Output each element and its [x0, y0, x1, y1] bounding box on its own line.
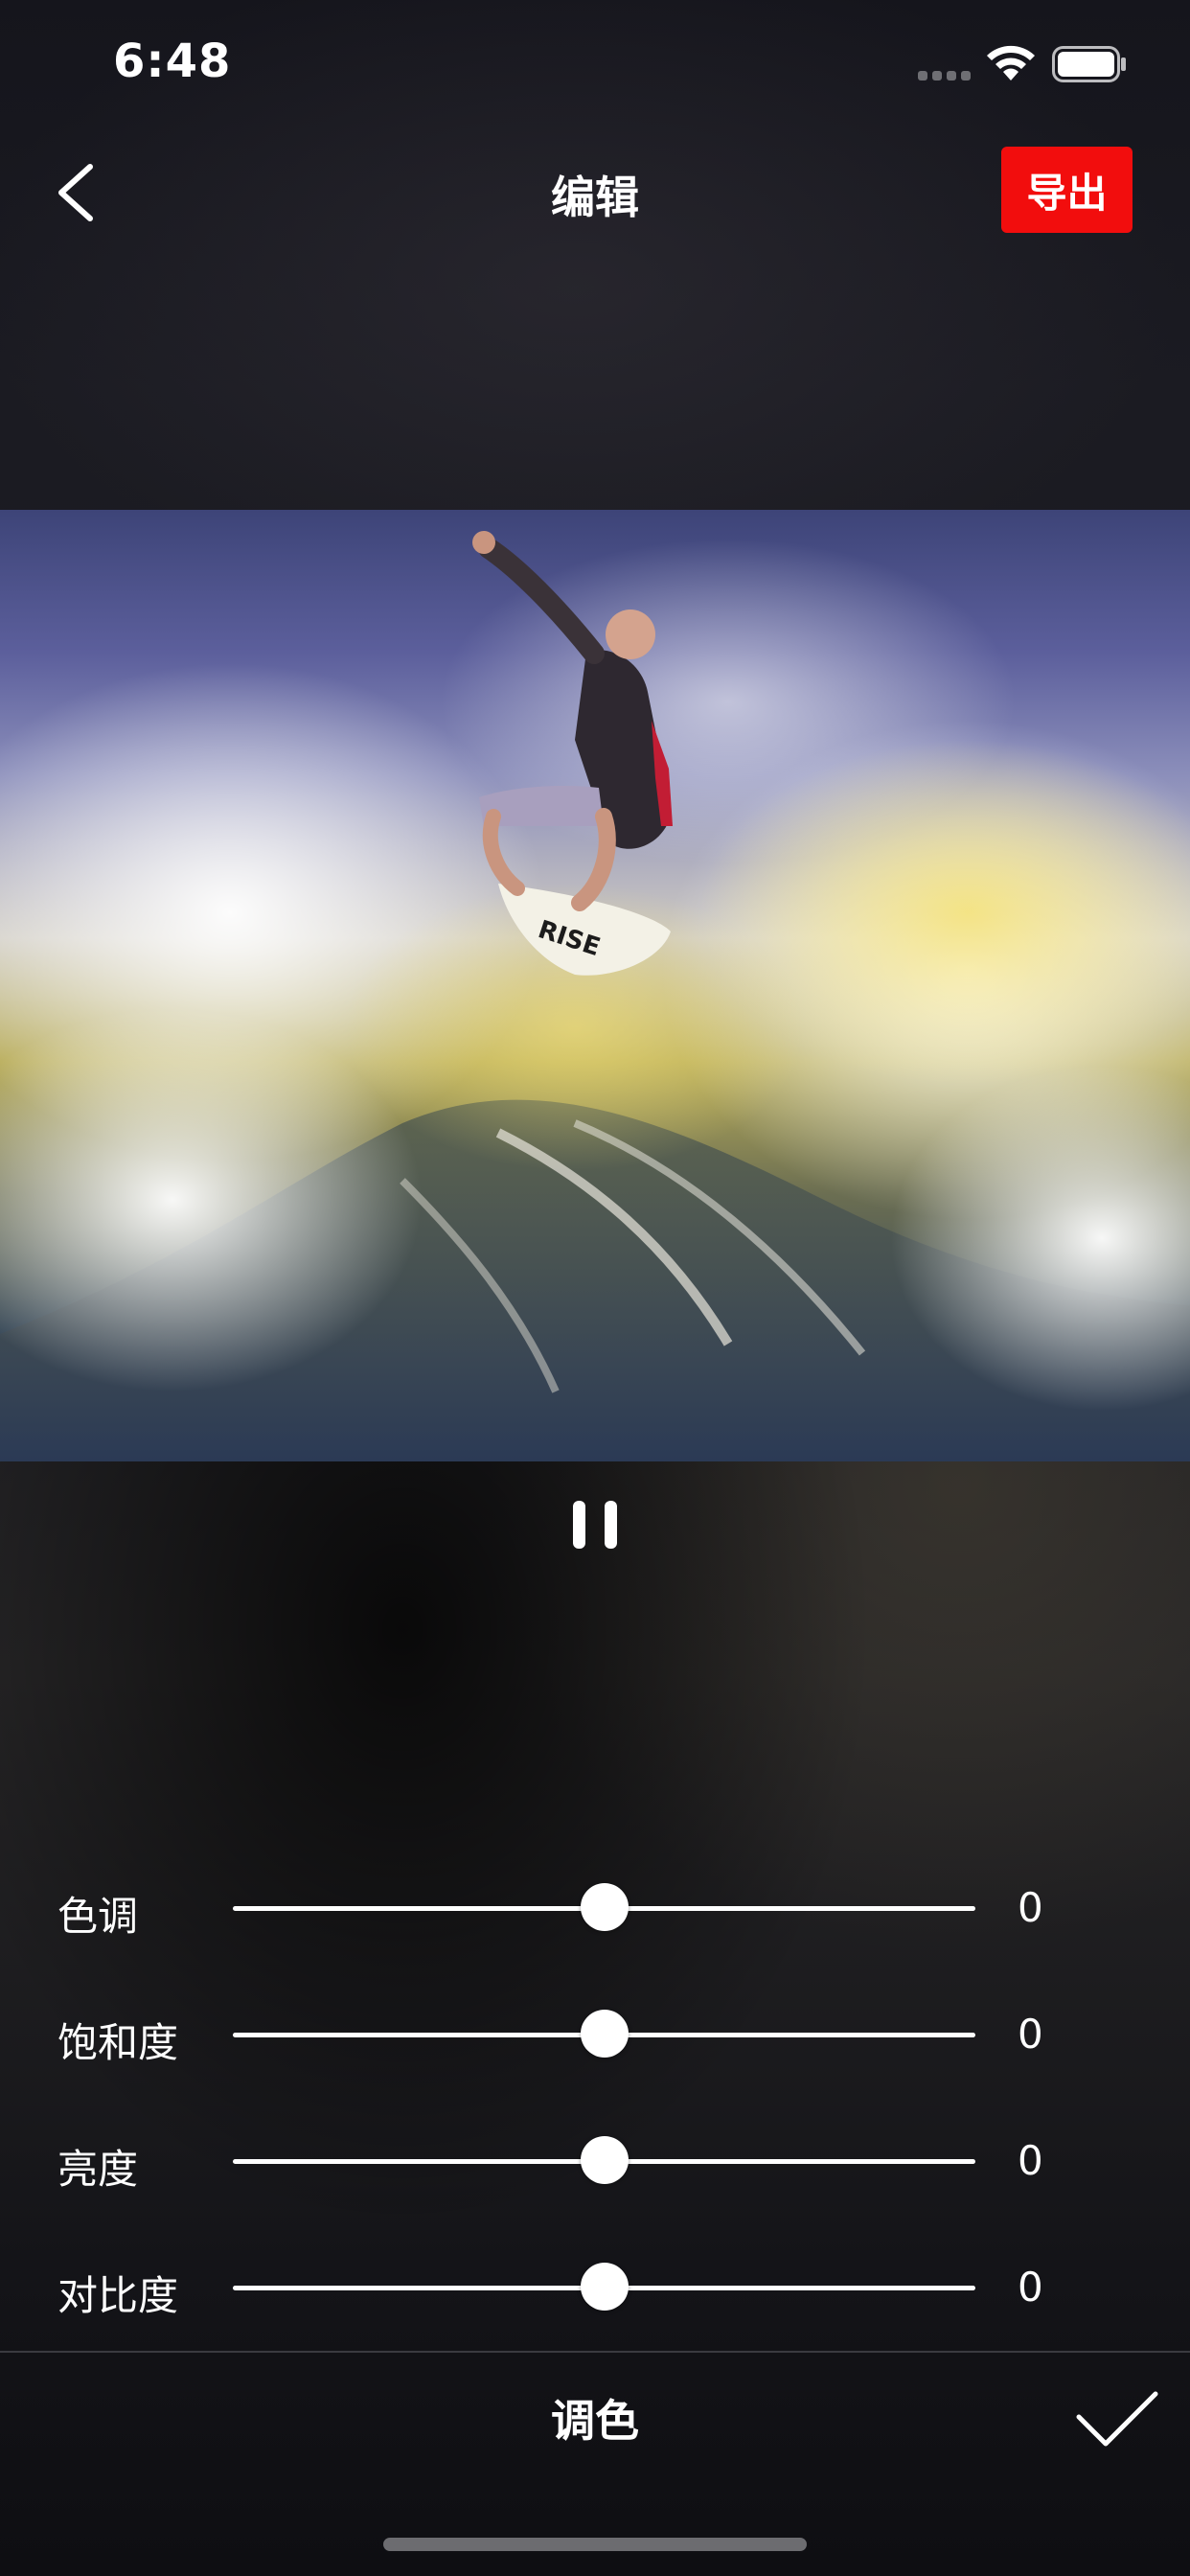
wifi-icon [987, 45, 1035, 80]
cellular-signal-icon [918, 71, 972, 80]
nav-bar: 编辑 导出 [0, 134, 1190, 249]
adjust-row-saturation: 饱和度 0 [0, 1988, 1190, 2083]
hue-slider-thumb[interactable] [580, 1883, 629, 1931]
brightness-label: 亮度 [57, 2146, 139, 2193]
brightness-value: 0 [1018, 2137, 1043, 2184]
status-time: 6:48 [113, 34, 232, 88]
hue-slider-track[interactable] [233, 1883, 975, 1931]
brightness-slider-thumb[interactable] [580, 2136, 629, 2184]
contrast-slider-track[interactable] [233, 2263, 975, 2311]
saturation-slider-track[interactable] [233, 2010, 975, 2058]
adjust-row-brightness: 亮度 0 [0, 2114, 1190, 2210]
saturation-value: 0 [1018, 2011, 1043, 2058]
checkmark-icon[interactable] [1073, 2386, 1161, 2453]
export-button[interactable]: 导出 [1001, 147, 1133, 233]
surfer-photo: RISE [0, 531, 1190, 1461]
home-indicator[interactable] [383, 2538, 807, 2551]
color-adjust-title: 调色 [551, 2395, 639, 2447]
contrast-slider-thumb[interactable] [580, 2263, 629, 2311]
status-bar: 6:48 [0, 0, 1190, 129]
footer-divider [0, 2351, 1190, 2353]
hue-label: 色调 [57, 1893, 139, 1940]
saturation-slider-thumb[interactable] [580, 2010, 629, 2058]
brightness-slider-track[interactable] [233, 2136, 975, 2184]
contrast-label: 对比度 [57, 2272, 179, 2319]
edit-screen: 6:48 编辑 导出 RISE 色调 0 饱和度 0 亮度 0 对比度 0 调色 [0, 0, 1190, 2576]
contrast-value: 0 [1018, 2264, 1043, 2311]
photo-preview[interactable]: RISE [0, 510, 1190, 1461]
hue-value: 0 [1018, 1884, 1043, 1931]
adjust-row-hue: 色调 0 [0, 1861, 1190, 1957]
saturation-label: 饱和度 [57, 2019, 179, 2066]
pause-icon[interactable] [573, 1501, 617, 1549]
adjust-row-contrast: 对比度 0 [0, 2241, 1190, 2336]
battery-icon [1052, 46, 1126, 82]
